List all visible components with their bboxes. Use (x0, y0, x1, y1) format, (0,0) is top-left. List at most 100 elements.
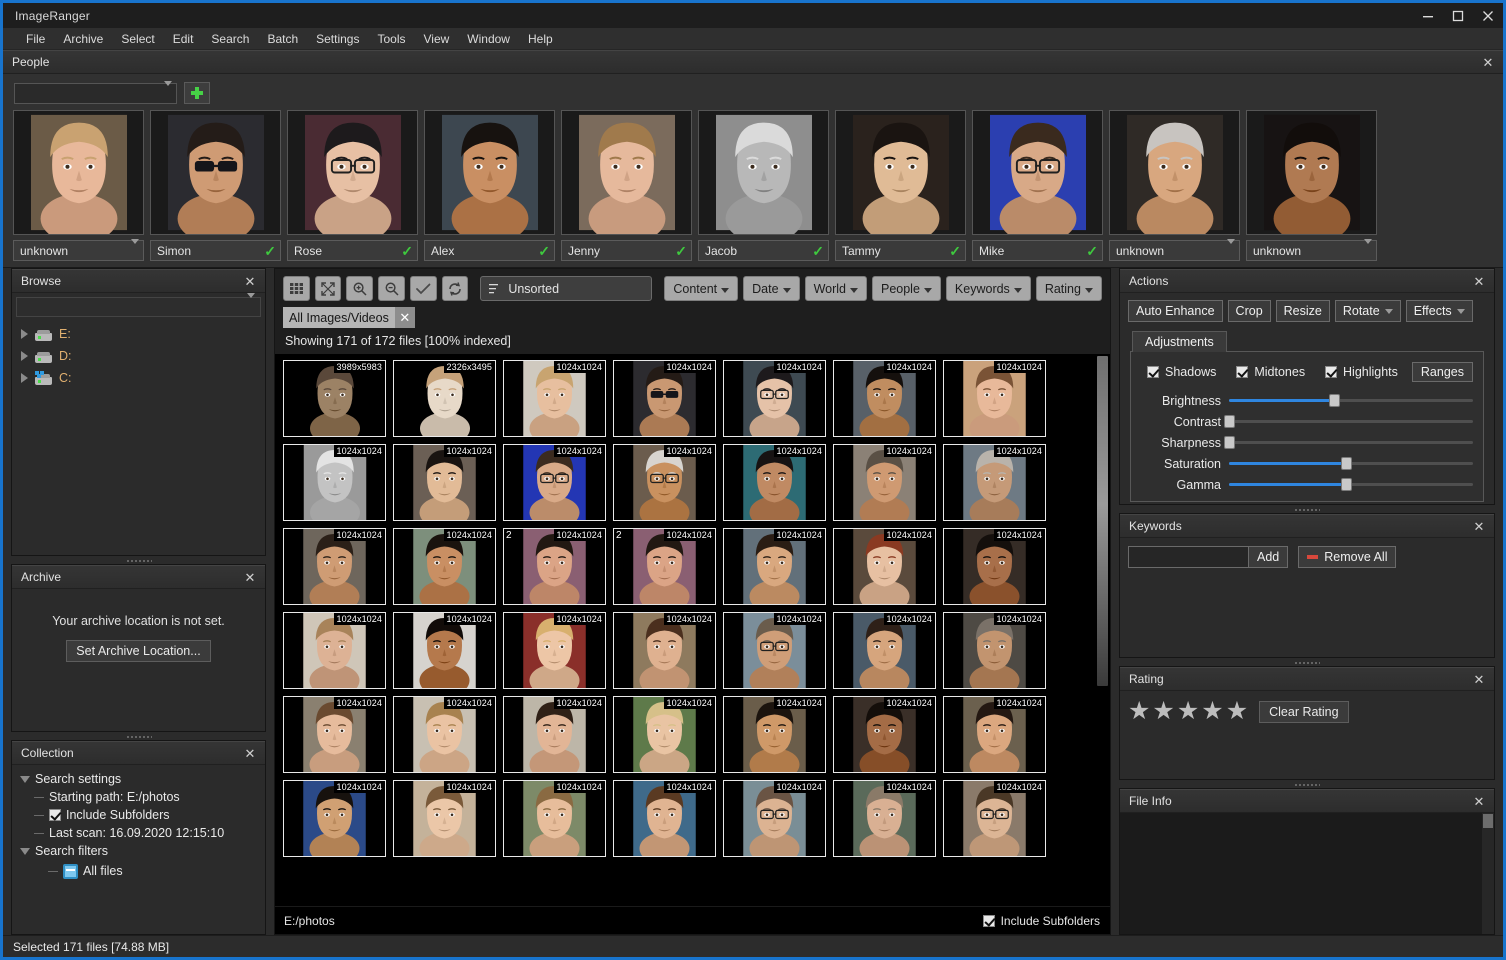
thumbnail-cell[interactable]: 1024x1024 (723, 528, 826, 605)
resize-button[interactable]: Resize (1276, 300, 1330, 322)
person-card[interactable]: Alex✓ (424, 110, 555, 261)
thumbnail-cell[interactable]: 1024x1024 (613, 612, 716, 689)
thumbnail-cell[interactable]: 1024x1024 (503, 360, 606, 437)
filter-date-button[interactable]: Date (743, 276, 799, 301)
people-name-combo[interactable] (14, 83, 177, 104)
menu-file[interactable]: File (17, 30, 54, 48)
add-person-button[interactable] (184, 82, 210, 104)
tree-item-search-settings[interactable]: Search settings (20, 771, 265, 787)
menu-view[interactable]: View (415, 30, 459, 48)
thumbnail-cell[interactable]: 1024x1024 (283, 780, 386, 857)
close-icon[interactable]: ✕ (243, 571, 257, 584)
refresh-icon[interactable] (442, 276, 469, 301)
person-thumbnail[interactable] (972, 110, 1103, 235)
effects-button[interactable]: Effects (1406, 300, 1473, 322)
drive-tree-item[interactable]: C: (18, 367, 265, 389)
slider-handle[interactable] (1224, 415, 1235, 428)
thumbnail-cell[interactable]: 2326x3495 (393, 360, 496, 437)
menu-select[interactable]: Select (112, 30, 163, 48)
close-icon[interactable]: ✕ (243, 275, 257, 288)
menu-search[interactable]: Search (202, 30, 258, 48)
person-name-field[interactable]: unknown (1246, 240, 1377, 261)
thumbnail-cell[interactable]: 1024x1024 (943, 360, 1046, 437)
clear-rating-button[interactable]: Clear Rating (1259, 701, 1348, 723)
shadows-checkbox[interactable] (1147, 366, 1159, 378)
person-thumbnail[interactable] (1246, 110, 1377, 235)
zoom-out-icon[interactable] (378, 276, 405, 301)
slider-track[interactable] (1229, 483, 1473, 486)
close-icon[interactable]: ✕ (1472, 520, 1486, 533)
person-card[interactable]: unknown (13, 110, 144, 261)
thumbnail-cell[interactable]: 21024x1024 (613, 528, 716, 605)
thumbnail-cell[interactable]: 1024x1024 (613, 780, 716, 857)
thumbnail-cell[interactable]: 1024x1024 (943, 444, 1046, 521)
thumbnail-cell[interactable]: 3989x5983 (283, 360, 386, 437)
slider-track[interactable] (1229, 420, 1473, 423)
thumbnail-cell[interactable]: 1024x1024 (503, 696, 606, 773)
thumbnail-cell[interactable]: 1024x1024 (503, 612, 606, 689)
close-icon[interactable]: ✕ (1481, 56, 1495, 69)
menu-settings[interactable]: Settings (307, 30, 368, 48)
splitter-handle[interactable] (11, 556, 266, 564)
rating-star[interactable]: ★ (1177, 699, 1199, 724)
person-card[interactable]: Mike✓ (972, 110, 1103, 261)
thumbnail-cell[interactable]: 1024x1024 (283, 528, 386, 605)
person-thumbnail[interactable] (1109, 110, 1240, 235)
auto-enhance-button[interactable]: Auto Enhance (1128, 300, 1223, 322)
rating-star[interactable]: ★ (1128, 699, 1150, 724)
thumbnail-cell[interactable]: 1024x1024 (503, 780, 606, 857)
person-thumbnail[interactable] (150, 110, 281, 235)
close-icon[interactable]: ✕ (1472, 673, 1486, 686)
thumbnail-cell[interactable]: 1024x1024 (943, 696, 1046, 773)
thumbnail-cell[interactable]: 1024x1024 (833, 360, 936, 437)
person-name-field[interactable]: Simon✓ (150, 240, 281, 261)
grid-scrollbar-thumb[interactable] (1097, 356, 1108, 686)
include-subfolders-checkbox[interactable] (983, 915, 995, 927)
thumbnail-cell[interactable]: 1024x1024 (393, 444, 496, 521)
rating-star[interactable]: ★ (1152, 699, 1174, 724)
menu-edit[interactable]: Edit (164, 30, 203, 48)
menu-batch[interactable]: Batch (258, 30, 307, 48)
slider-handle[interactable] (1341, 457, 1352, 470)
include-subfolders-checkbox[interactable] (49, 809, 61, 821)
close-icon[interactable]: ✕ (1472, 795, 1486, 808)
thumbnail-cell[interactable]: 1024x1024 (613, 360, 716, 437)
splitter-handle[interactable] (11, 732, 266, 740)
minimize-icon[interactable] (1413, 3, 1443, 28)
thumbnail-cell[interactable]: 1024x1024 (503, 444, 606, 521)
person-thumbnail[interactable] (424, 110, 555, 235)
thumbnail-cell[interactable]: 1024x1024 (833, 696, 936, 773)
browse-path-combo[interactable] (16, 297, 261, 317)
add-keyword-button[interactable]: Add (1248, 546, 1288, 568)
close-icon[interactable] (1473, 3, 1503, 28)
splitter-handle[interactable] (1119, 505, 1495, 513)
person-card[interactable]: Jacob✓ (698, 110, 829, 261)
select-all-icon[interactable] (410, 276, 437, 301)
slider-track[interactable] (1229, 441, 1473, 444)
thumbnail-cell[interactable]: 1024x1024 (943, 612, 1046, 689)
rating-star[interactable]: ★ (1201, 699, 1223, 724)
highlights-checkbox[interactable] (1325, 366, 1337, 378)
person-card[interactable]: unknown (1246, 110, 1377, 261)
thumbnail-cell[interactable]: 1024x1024 (613, 444, 716, 521)
rating-star[interactable]: ★ (1226, 699, 1248, 724)
thumbnail-cell[interactable]: 1024x1024 (393, 780, 496, 857)
rotate-button[interactable]: Rotate (1335, 300, 1401, 322)
chevron-right-icon[interactable] (21, 329, 28, 339)
slider-handle[interactable] (1224, 436, 1235, 449)
drive-tree-item[interactable]: E: (18, 323, 265, 345)
ranges-button[interactable]: Ranges (1412, 362, 1473, 382)
person-card[interactable]: Simon✓ (150, 110, 281, 261)
slider-track[interactable] (1229, 399, 1473, 402)
person-name-field[interactable]: Jacob✓ (698, 240, 829, 261)
filter-world-button[interactable]: World (805, 276, 867, 301)
thumbnail-cell[interactable]: 1024x1024 (393, 528, 496, 605)
thumbnail-cell[interactable]: 1024x1024 (613, 696, 716, 773)
thumbnail-cell[interactable]: 1024x1024 (393, 612, 496, 689)
sort-selector[interactable]: Unsorted (480, 276, 652, 301)
person-card[interactable]: Rose✓ (287, 110, 418, 261)
person-card[interactable]: Jenny✓ (561, 110, 692, 261)
menu-tools[interactable]: Tools (368, 30, 414, 48)
grid-view-icon[interactable] (283, 276, 310, 301)
tree-item-include-subfolders[interactable]: Include Subfolders (20, 807, 265, 823)
